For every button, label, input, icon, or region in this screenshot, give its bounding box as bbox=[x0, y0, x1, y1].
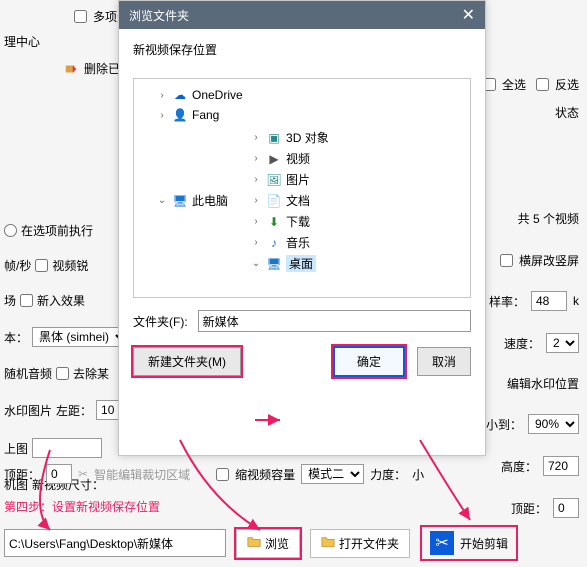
new-folder-button[interactable]: 新建文件夹(M) bbox=[133, 347, 241, 376]
sharp-label: 视频锐 bbox=[52, 257, 88, 274]
editwm-label[interactable]: 编辑水印位置 bbox=[507, 375, 579, 392]
video-count: 共 5 个视频 bbox=[518, 210, 579, 227]
crop-top-label: 顶距： bbox=[4, 466, 40, 483]
land2port-label: 横屏改竖屏 bbox=[519, 252, 579, 269]
tree-download[interactable]: 下载 bbox=[286, 213, 310, 230]
picture-icon: 🖼 bbox=[266, 172, 282, 188]
invert-label: 反选 bbox=[555, 76, 579, 93]
speed-label: 速度： bbox=[504, 335, 540, 352]
tree-3d[interactable]: 3D 对象 bbox=[286, 129, 329, 146]
shrink-select[interactable]: 90% bbox=[528, 414, 579, 434]
step4-label: 第四步：设置新视频保存位置 bbox=[4, 498, 583, 515]
font-select[interactable]: 黑体 (simhei) bbox=[32, 327, 129, 347]
invert-check[interactable] bbox=[536, 78, 549, 91]
selectall-label: 全选 bbox=[502, 76, 526, 93]
strength-label: 力度： bbox=[370, 466, 406, 483]
cloud-icon: ☁ bbox=[172, 87, 188, 103]
mode-select[interactable]: 模式二 bbox=[301, 464, 364, 484]
insertfx-label: 新入效果 bbox=[37, 292, 85, 309]
tree-music[interactable]: 音乐 bbox=[286, 234, 310, 251]
shrink-cb-label: 缩视频容量 bbox=[235, 466, 295, 483]
cancel-label: 取消 bbox=[432, 355, 456, 369]
open-folder-label: 打开文件夹 bbox=[339, 535, 399, 552]
cube-icon: ▣ bbox=[266, 130, 282, 146]
browse-folder-dialog: 浏览文件夹 ✕ 新视频保存位置 ›☁OneDrive ›👤Fang ⌄🖥此电脑 … bbox=[118, 0, 486, 456]
folder-icon bbox=[321, 535, 335, 552]
speed-select[interactable]: 2 bbox=[546, 333, 579, 353]
scissors-blue-icon: ✂ bbox=[430, 531, 454, 555]
close-icon[interactable]: ✕ bbox=[462, 5, 475, 25]
tree-thispc[interactable]: 此电脑 bbox=[192, 192, 228, 209]
folder-open-icon bbox=[247, 535, 261, 552]
upload-input[interactable] bbox=[32, 438, 102, 458]
dialog-subtitle: 新视频保存位置 bbox=[133, 41, 471, 58]
cancel-button[interactable]: 取消 bbox=[417, 347, 471, 376]
run-before-radio[interactable] bbox=[4, 224, 17, 237]
music-icon: ♪ bbox=[266, 235, 282, 251]
fps-label: 帧/秒 bbox=[4, 257, 31, 274]
user-icon: 👤 bbox=[172, 107, 188, 123]
tree-docs[interactable]: 文档 bbox=[286, 192, 310, 209]
folder-label: 文件夹(F): bbox=[133, 313, 188, 330]
sharp-check[interactable] bbox=[35, 259, 48, 272]
shrink-cb[interactable] bbox=[216, 468, 229, 481]
browse-button[interactable]: 浏览 bbox=[236, 529, 300, 558]
font-label: 本： bbox=[4, 329, 28, 346]
pc-icon: 🖥 bbox=[172, 193, 188, 209]
smart-crop-label[interactable]: 智能编辑裁切区域 bbox=[94, 466, 190, 483]
video-icon: ▶ bbox=[266, 151, 282, 167]
insertfx-check[interactable] bbox=[20, 294, 33, 307]
dialog-title: 浏览文件夹 bbox=[129, 7, 189, 24]
randaudio-label: 随机音频 bbox=[4, 365, 52, 382]
sample-label: 样率： bbox=[489, 293, 525, 310]
remove-label: 去除某 bbox=[73, 365, 109, 382]
run-before-label: 在选项前执行 bbox=[21, 222, 93, 239]
strength-val: 小 bbox=[412, 466, 424, 483]
tree-video[interactable]: 视频 bbox=[286, 150, 310, 167]
save-path-input[interactable] bbox=[4, 529, 226, 557]
new-folder-label: 新建文件夹(M) bbox=[148, 355, 226, 369]
scissors-icon: ✂ bbox=[78, 467, 88, 481]
desktop-icon: 🖥 bbox=[266, 256, 282, 272]
download-icon: ⬇ bbox=[266, 214, 282, 230]
wm-label: 水印图片 bbox=[4, 402, 52, 419]
open-folder-button[interactable]: 打开文件夹 bbox=[310, 529, 410, 558]
status-label: 状态 bbox=[555, 104, 579, 121]
left-label: 左距： bbox=[56, 402, 92, 419]
field-label: 场 bbox=[4, 292, 16, 309]
upload-label: 上图 bbox=[4, 440, 28, 457]
tree-fang[interactable]: Fang bbox=[192, 108, 219, 122]
document-icon: 📄 bbox=[266, 193, 282, 209]
remove-check[interactable] bbox=[56, 367, 69, 380]
land2port-check[interactable] bbox=[500, 254, 513, 267]
k-label: k bbox=[573, 294, 579, 308]
ok-label: 确定 bbox=[357, 355, 381, 369]
start-label: 开始剪辑 bbox=[460, 535, 508, 552]
browse-label: 浏览 bbox=[265, 535, 289, 552]
crop-top-input[interactable] bbox=[46, 464, 72, 484]
ok-button[interactable]: 确定 bbox=[333, 346, 405, 377]
folder-tree[interactable]: ›☁OneDrive ›👤Fang ⌄🖥此电脑 ›▣3D 对象 ›▶视频 ›🖼图… bbox=[133, 78, 471, 298]
sample-input[interactable] bbox=[531, 291, 567, 311]
tree-pics[interactable]: 图片 bbox=[286, 171, 310, 188]
tree-desktop[interactable]: 桌面 bbox=[286, 255, 316, 272]
folder-name-input[interactable] bbox=[198, 310, 471, 332]
multi-check[interactable] bbox=[74, 10, 87, 23]
start-button[interactable]: ✂ 开始剪辑 bbox=[420, 525, 518, 561]
tree-onedrive[interactable]: OneDrive bbox=[192, 88, 243, 102]
delete-icon bbox=[64, 62, 78, 76]
